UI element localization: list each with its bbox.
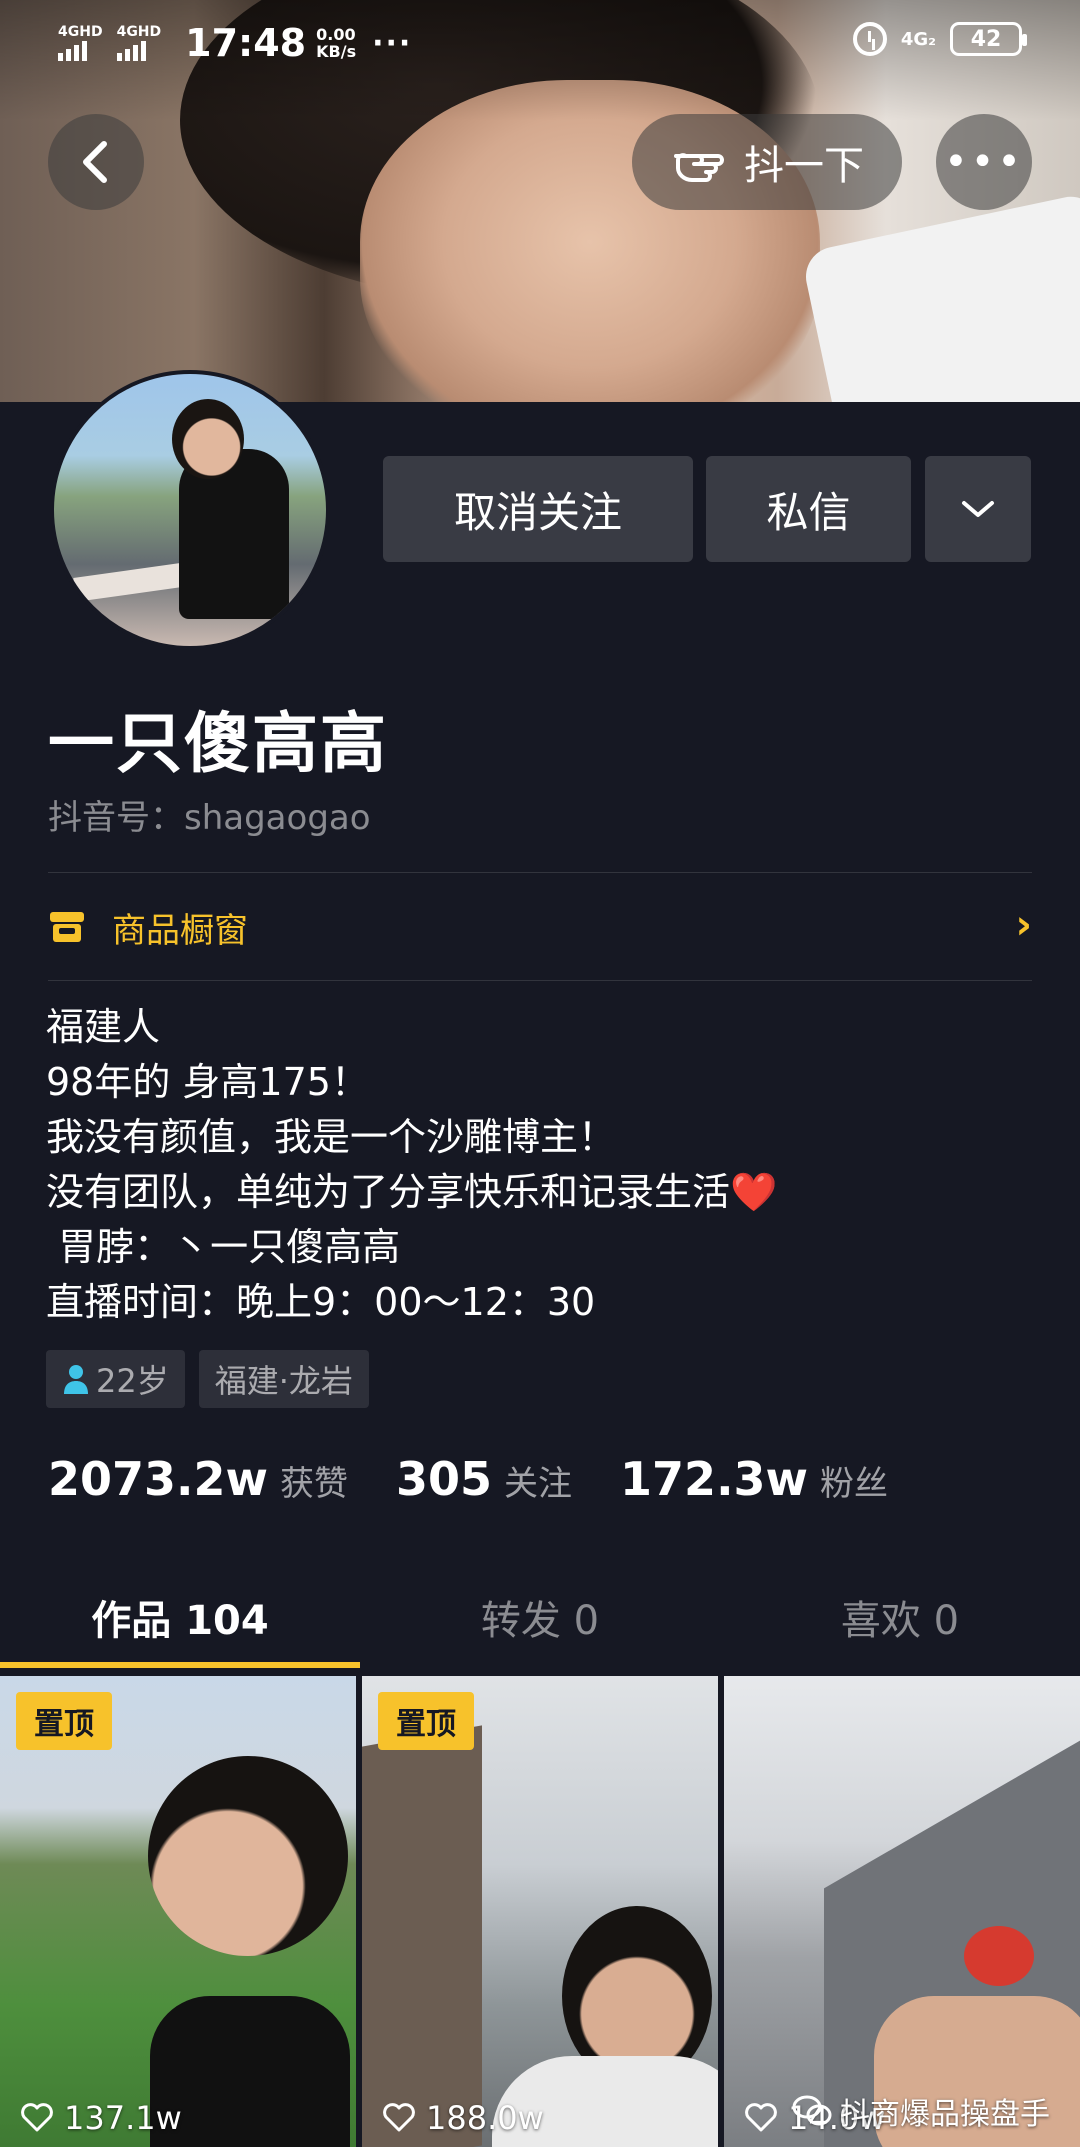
bio-line: 98年的 身高175！ (46, 1060, 369, 1104)
video-likes: 137.1w (20, 2099, 182, 2137)
alarm-icon (852, 22, 887, 56)
back-button[interactable] (48, 114, 144, 210)
age-tag: 22岁 (46, 1350, 185, 1408)
heart-icon (745, 2103, 777, 2132)
more-icon: ••• (944, 139, 1024, 185)
followers-label: 粉丝 (820, 1464, 889, 1504)
profile-tags: 22岁 福建·龙岩 (46, 1350, 369, 1408)
bio: 福建人 98年的 身高175！ 我没有颜值，我是一个沙雕博主！ 没有团队，单纯为了分享… (46, 1000, 777, 1330)
poke-button[interactable]: 抖一下 (632, 114, 902, 210)
status-bar: 4GHD 4GHD 17:48 0.00 KB/s ··· 4G₂ 42 (0, 0, 1080, 86)
chevron-down-icon (962, 501, 994, 517)
video-likes-count: 137.1w (64, 2099, 182, 2137)
tab-reposts[interactable]: 转发 0 (360, 1562, 720, 1672)
tab-works[interactable]: 作品 104 (0, 1562, 360, 1672)
followers-count: 172.3w (620, 1452, 809, 1506)
account-id: 抖音号：shagaogao (48, 798, 371, 838)
age-label: 22岁 (96, 1362, 169, 1400)
bio-line: 直播时间：晚上9：00～12：30 (46, 1280, 596, 1324)
active-tab-indicator (0, 1662, 360, 1668)
following-stat[interactable]: 305 关注 (396, 1452, 572, 1506)
avatar[interactable] (50, 370, 330, 650)
likes-count: 2073.2w (48, 1452, 269, 1506)
person-icon (64, 1365, 88, 1394)
heart-icon (21, 2103, 53, 2132)
message-button[interactable]: 私信 (706, 456, 911, 562)
clock: 17:48 (185, 21, 307, 65)
status-more-icon: ··· (372, 25, 413, 61)
video-likes-count: 188.0w (426, 2099, 544, 2137)
poke-label: 抖一下 (744, 143, 864, 189)
network-speed: 0.00 KB/s (316, 25, 357, 61)
signal-icon-2: 4GHD (116, 25, 161, 61)
chevron-left-icon (83, 141, 107, 183)
signal-icon: 4GHD (58, 25, 103, 61)
location-tag: 福建·龙岩 (198, 1350, 369, 1408)
video-thumbnail[interactable]: 置顶 188.0w (362, 1676, 718, 2147)
video-thumbnail[interactable]: 置顶 137.1w (0, 1676, 356, 2147)
unfollow-label: 取消关注 (453, 487, 622, 537)
bio-line: 福建人 (46, 1005, 161, 1049)
battery-icon: 42 (950, 22, 1027, 56)
likes-stat: 2073.2w 获赞 (48, 1452, 348, 1506)
content-tabs: 作品 104 转发 0 喜欢 0 (0, 1562, 1080, 1672)
product-showcase-row[interactable]: 商品橱窗 › (48, 872, 1032, 982)
followers-stat[interactable]: 172.3w 粉丝 (620, 1452, 888, 1506)
shop-icon (50, 912, 84, 942)
following-label: 关注 (504, 1464, 573, 1504)
expand-dropdown-button[interactable] (925, 456, 1031, 562)
chevron-right-icon: › (1015, 902, 1032, 948)
following-count: 305 (396, 1452, 493, 1506)
bio-line: 没有团队，单纯为了分享快乐和记录生活❤️ (46, 1170, 778, 1214)
watermark: 抖商爆品操盘手 (792, 2089, 1050, 2133)
video-thumbnail[interactable]: 14.0w (724, 1676, 1080, 2147)
watermark-text: 抖商爆品操盘手 (840, 2097, 1050, 2132)
divider (48, 980, 1032, 981)
shop-label: 商品橱窗 (112, 910, 248, 951)
pinned-badge: 置顶 (378, 1692, 474, 1750)
tab-likes[interactable]: 喜欢 0 (720, 1562, 1080, 1672)
video-grid: 置顶 137.1w 置顶 188.0w 14.0w (0, 1676, 1080, 2147)
more-options-button[interactable]: ••• (936, 114, 1032, 210)
bio-line: 胃脖：丶一只傻高高 (46, 1225, 401, 1269)
likes-label: 获赞 (280, 1464, 349, 1504)
pointing-hand-icon (674, 153, 724, 182)
pinned-badge: 置顶 (16, 1692, 112, 1750)
network-4g-label: 4G₂ (900, 28, 936, 50)
wechat-icon (792, 2095, 832, 2126)
heart-icon (383, 2103, 415, 2132)
location-label: 福建·龙岩 (214, 1362, 353, 1400)
bio-line: 我没有颜值，我是一个沙雕博主！ (46, 1115, 617, 1159)
stats-row: 2073.2w 获赞 305 关注 172.3w 粉丝 (48, 1452, 936, 1506)
message-label: 私信 (766, 487, 851, 537)
nickname: 一只傻高高 (48, 705, 388, 782)
video-likes: 188.0w (382, 2099, 544, 2137)
unfollow-button[interactable]: 取消关注 (383, 456, 693, 562)
